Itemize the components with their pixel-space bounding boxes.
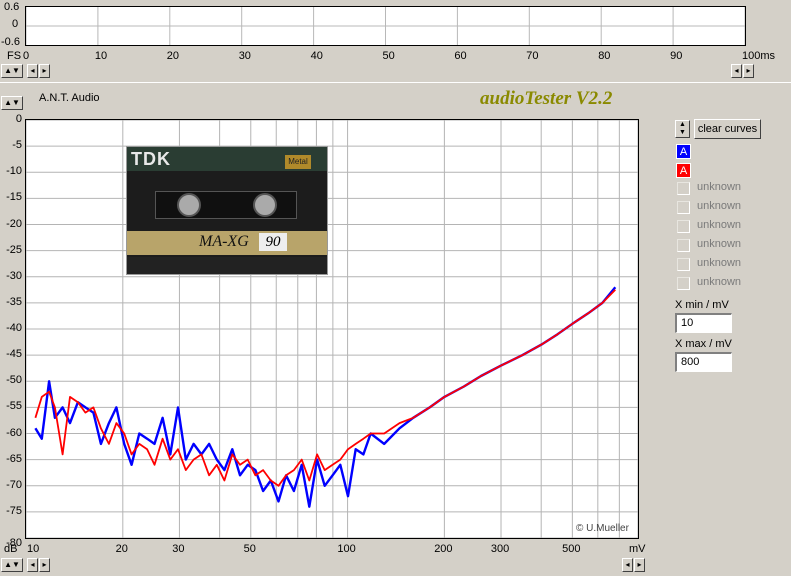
bottom-right-scroll-right-button[interactable]: ▸ [634,558,645,572]
main-chart-panel [25,119,639,539]
top-x-tick-label: 100ms [742,50,776,62]
y-tick-label: -50 [6,374,22,387]
top-scroll-right-button[interactable]: ▸ [39,64,50,78]
y-tick-label: -45 [6,348,22,361]
curves-spin-button[interactable]: ▲ ▼ [675,120,690,138]
main-spin-button[interactable]: ▲▼ [1,96,23,110]
cassette-reel-right [253,193,277,217]
frequency-response-chart [25,119,639,539]
y-tick-label: 0 [15,113,22,125]
cassette-length: 90 [259,233,287,251]
copyright-label: © U.Mueller [576,523,629,534]
cassette-brand: TDK [131,149,171,169]
cassette-tag: Metal [285,155,311,169]
top-spin-button[interactable]: ▲▼ [1,64,23,78]
top-x-tick-label: 30 [238,50,251,62]
y-tick-label: -30 [6,269,22,282]
y-tick-label: -25 [6,243,22,256]
cassette-reel-left [177,193,201,217]
x-tick-label: 50 [243,543,256,555]
top-y-tick-zero: 0 [12,18,19,30]
x-tick-label: 500 [562,543,581,555]
y-tick-label: -40 [6,322,22,334]
top-x-tick-label: 40 [310,50,323,62]
curve-slot-checkbox[interactable] [677,277,690,290]
curve-slot-label: unknown [697,276,742,288]
y-tick-label: -5 [12,139,22,152]
top-right-scroll-right-button[interactable]: ▸ [743,64,754,78]
top-x-tick-label: 0 [23,50,30,62]
cassette-bottom-band [127,257,327,274]
clear-curves-button[interactable]: clear curves [694,119,761,139]
x-tick-label: 10 [27,543,40,555]
curve-slot-label: unknown [697,200,742,212]
curve-slot-label: unknown [697,219,742,231]
y-unit-label: dB [4,543,18,555]
bottom-spin-button[interactable]: ▲▼ [1,558,23,572]
curve-slot-label: unknown [697,257,742,269]
curve-slot-checkbox[interactable] [677,201,690,214]
x-tick-label: 200 [434,543,453,555]
bottom-right-scroll-left-button[interactable]: ◂ [622,558,633,572]
x-unit-label: mV [629,543,646,555]
xmin-label: X min / mV [675,299,729,311]
y-tick-label: -75 [6,504,22,517]
top-y-tick-max: 0.6 [4,1,20,13]
top-x-tick-label: 70 [526,50,539,62]
curve-a-red-checkbox[interactable]: A [676,163,691,178]
top-right-scroll-left-button[interactable]: ◂ [731,64,742,78]
x-tick-label: 100 [337,543,356,555]
xmax-input[interactable]: 800 [675,352,732,372]
curve-slot-checkbox[interactable] [677,239,690,252]
x-tick-label: 300 [490,543,510,555]
curve-slot-label: unknown [697,181,742,193]
time-plot-grid [25,7,746,45]
cassette-image: TDK Metal MA-XG 90 [126,146,328,275]
curve-slot-checkbox[interactable] [677,220,690,233]
divider [0,82,791,83]
top-y-tick-min: -0.6 [1,36,20,48]
y-tick-label: -55 [6,400,22,413]
app-title: audioTester V2.2 [480,88,613,109]
y-tick-label: -15 [6,191,22,204]
curve-a-blue-checkbox[interactable]: A [676,144,691,159]
top-x-tick-label: 80 [598,50,611,62]
top-x-unit-prefix: FS [7,50,22,62]
xmin-input[interactable]: 10 [675,313,732,333]
xmax-label: X max / mV [675,338,732,350]
y-tick-label: -60 [6,426,22,439]
x-tick-label: 20 [115,543,128,555]
x-tick-label: 30 [172,543,185,555]
y-tick-label: -10 [6,165,22,178]
y-tick-label: -20 [6,217,22,230]
company-label: A.N.T. Audio [39,92,100,104]
time-plot-panel [25,6,746,46]
curve-slot-label: unknown [697,238,742,250]
top-x-tick-label: 60 [454,50,467,62]
bottom-scroll-left-button[interactable]: ◂ [27,558,38,572]
top-x-tick-label: 10 [94,50,108,62]
y-tick-label: -70 [6,478,22,491]
y-tick-label: -65 [6,452,22,465]
top-scroll-left-button[interactable]: ◂ [27,64,38,78]
curve-slot-checkbox[interactable] [677,182,690,195]
top-x-tick-label: 90 [670,50,683,62]
curve-slot-checkbox[interactable] [677,258,690,271]
cassette-model: MA-XG [199,233,249,250]
bottom-scroll-right-button[interactable]: ▸ [39,558,50,572]
top-x-tick-label: 20 [166,50,180,62]
top-x-tick-label: 50 [382,50,395,62]
y-tick-label: -35 [6,295,22,308]
